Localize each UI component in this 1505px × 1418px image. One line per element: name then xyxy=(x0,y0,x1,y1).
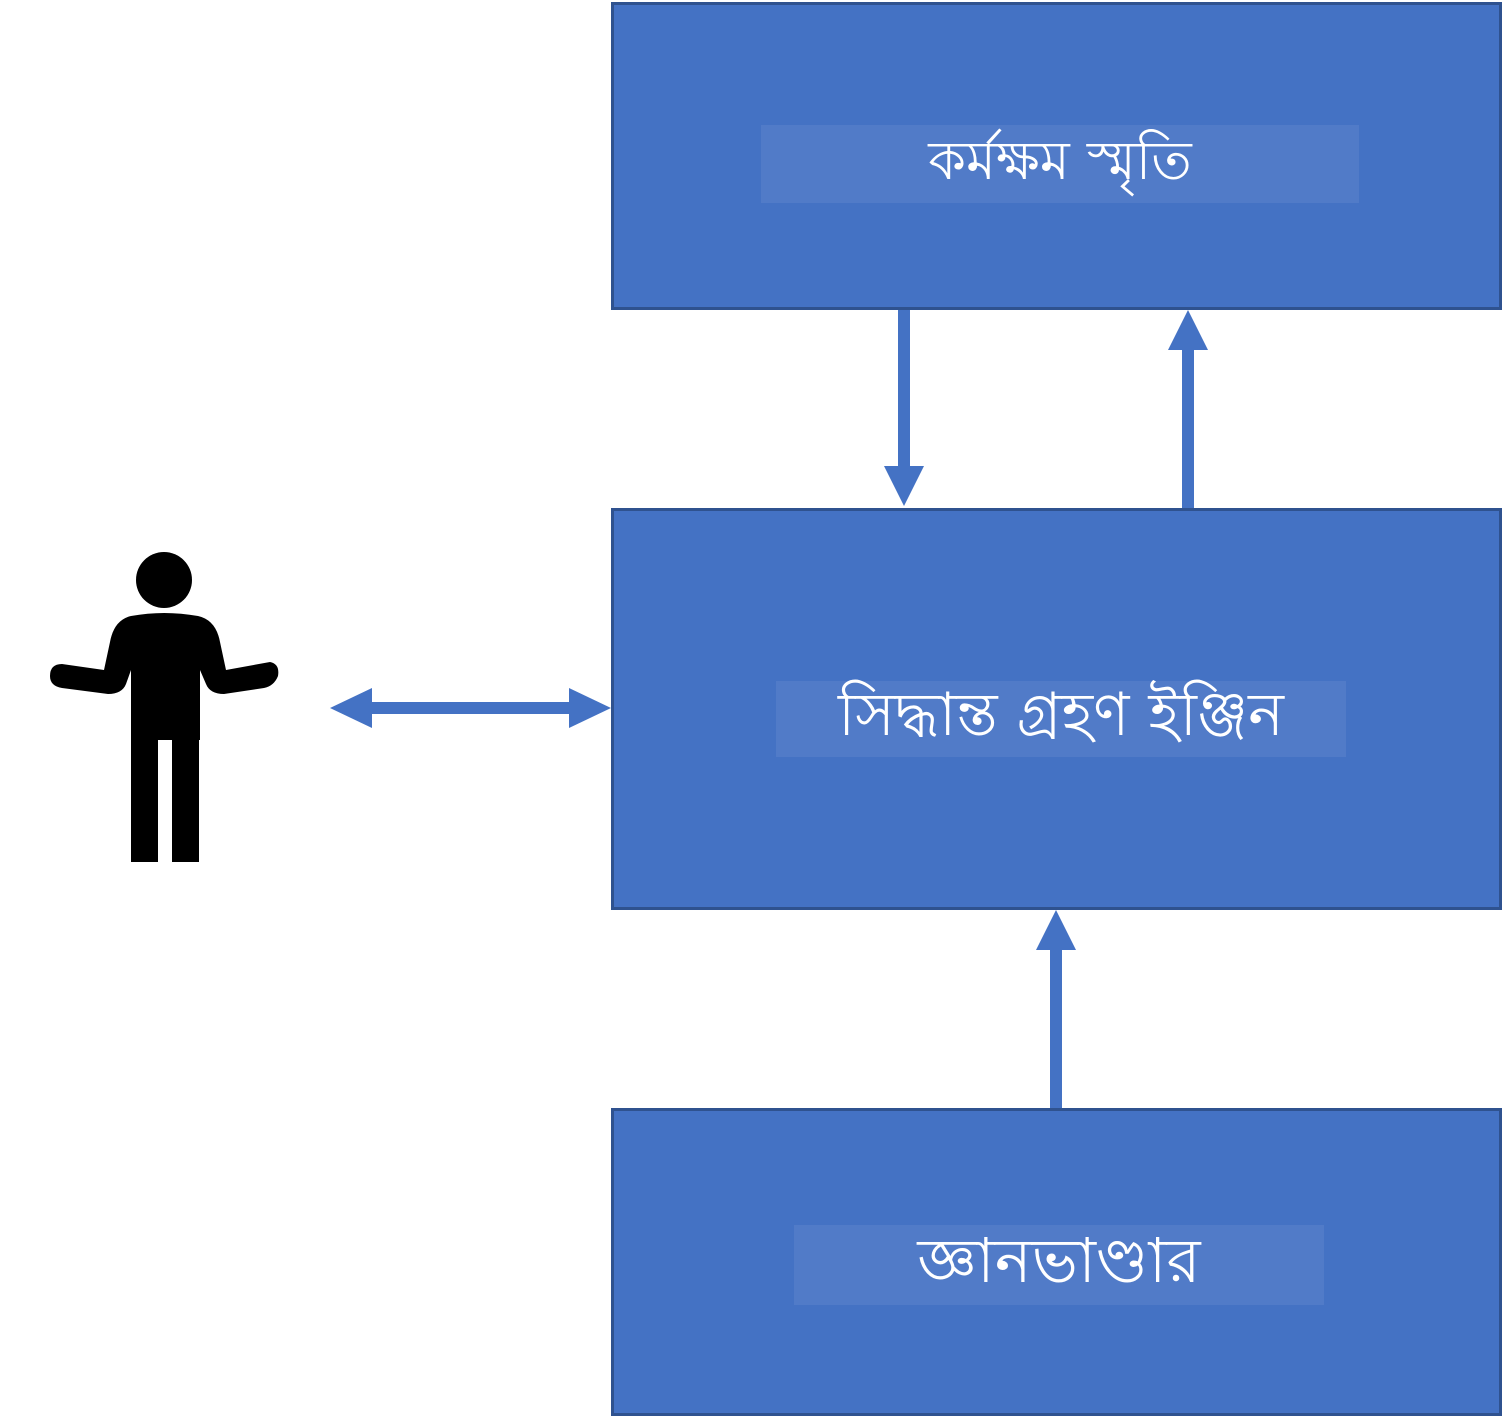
arrow-knowledge-to-engine xyxy=(1036,910,1076,1108)
decision-engine-box: সিদ্ধান্ত গ্রহণ ইঞ্জিন xyxy=(611,508,1502,910)
knowledge-base-box: জ্ঞানভাণ্ডার xyxy=(611,1108,1502,1416)
knowledge-base-label: জ্ঞানভাণ্ডার xyxy=(794,1224,1324,1305)
arrow-actor-engine-bidirectional xyxy=(330,688,611,728)
working-memory-label: কর্মক্ষম স্মৃতি xyxy=(761,125,1359,203)
arrow-engine-to-memory xyxy=(1168,310,1208,508)
decision-engine-label: সিদ্ধান্ত গ্রহণ ইঞ্জিন xyxy=(776,680,1346,757)
person-icon xyxy=(50,552,279,862)
arrow-memory-to-engine xyxy=(884,310,924,506)
working-memory-box: কর্মক্ষম স্মৃতি xyxy=(611,2,1502,310)
diagram-canvas: কর্মক্ষম স্মৃতি সিদ্ধান্ত গ্রহণ ইঞ্জিন জ… xyxy=(0,0,1505,1418)
